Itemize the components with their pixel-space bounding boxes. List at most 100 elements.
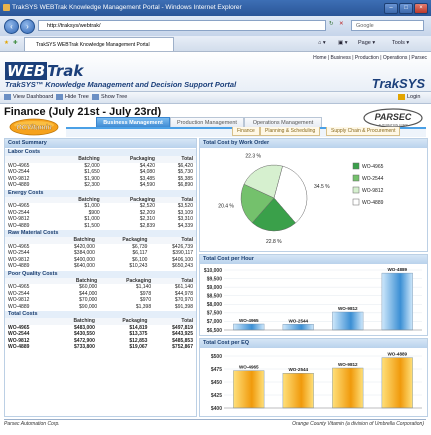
cost-summary-title: Cost Summary: [5, 139, 196, 148]
table-cell: WO-4889: [8, 263, 30, 269]
y-tick-label: $7,000: [207, 319, 223, 325]
traksys-brand: TrakSYS: [371, 76, 425, 91]
window-title-bar: TrakSYS WEBTrak Knowledge Management Por…: [0, 0, 431, 16]
cost-table: Batching Packaging Total WO-4965 $2,000 $4,42…: [5, 156, 196, 189]
login-icon: [398, 93, 405, 100]
table-cell: $91,398: [174, 303, 193, 310]
y-tick-label: $8,000: [207, 302, 223, 308]
view-dashboard-button[interactable]: View Dashboard: [4, 93, 53, 102]
refresh-icon[interactable]: ↻: [329, 20, 334, 29]
bar-label: WO-2544: [288, 318, 308, 323]
pie-slice-label: 22.8 %: [266, 239, 282, 245]
pie-chart-panel: Total Cost by Work Order 34.5 % 22.8 % 20.…: [199, 138, 428, 252]
bar: [332, 311, 364, 331]
bar: [381, 272, 413, 331]
show-tree-icon: [92, 93, 99, 100]
url-input[interactable]: http://traksys/webtrak/: [38, 20, 326, 31]
subtab-planning-scheduling[interactable]: Planning & Scheduling: [260, 127, 321, 136]
table-row: WO-4889 $733,800 $19,067 $752,867: [5, 344, 196, 351]
table-cell: WO-4889: [8, 303, 30, 310]
hide-tree-button[interactable]: Hide Tree: [56, 93, 89, 102]
legend-label: WO-4965: [362, 164, 384, 170]
table-cell: $90,000: [79, 303, 98, 310]
table-row: WO-4889 $640,000 $10,243 $650,243: [5, 263, 196, 270]
cost-per-eq-panel: Total Cost per EQ $500 $475 $450 $425 $400 WO…: [199, 338, 428, 417]
table-cell: $640,000: [74, 263, 95, 269]
minimize-button[interactable]: –: [384, 3, 398, 14]
cost-per-eq-chart: $500 $475 $450 $425 $400 WO-4965 WO-2544 WO-981…: [211, 352, 422, 412]
y-tick-label: $475: [211, 367, 222, 373]
browser-tab[interactable]: TrakSYS WEBTrak Knowledge Management Por…: [24, 37, 174, 51]
bar: [233, 370, 265, 409]
table-cell: $733,800: [74, 344, 95, 350]
table-cell: $650,243: [172, 263, 193, 269]
search-input[interactable]: Google: [351, 20, 424, 31]
y-tick-label: $425: [211, 393, 222, 399]
legend-label: WO-9812: [362, 188, 384, 194]
pie-slice-label: 34.5 %: [314, 184, 330, 190]
cost-per-hour-chart: $10,000 $9,500 $9,000 $8,500 $8,000 $7,500 $7,…: [204, 267, 422, 334]
hide-tree-icon: [56, 93, 63, 100]
cost-table: Batching Packaging Total WO-4965 $483,000 $14…: [5, 318, 196, 351]
maximize-button[interactable]: □: [399, 3, 413, 14]
bar: [282, 373, 314, 409]
cost-section-title: Total Costs: [5, 311, 196, 318]
bar: [282, 324, 314, 331]
footer-left: Parsec Automation Corp.: [4, 421, 60, 427]
table-cell: $752,867: [172, 344, 193, 350]
pie-slice-label: 22.3 %: [245, 153, 261, 159]
ie-icon: [3, 4, 10, 11]
forward-button[interactable]: ›: [20, 19, 35, 34]
table-row: WO-4889 $2,300 $4,590 $6,890: [5, 182, 196, 189]
table-row: WO-4889 $1,500 $2,839 $4,339: [5, 223, 196, 230]
portal-title: TrakSYS™ Knowledge Management and Decisi…: [5, 80, 237, 89]
table-cell: $19,067: [129, 344, 148, 350]
y-tick-label: $8,500: [207, 294, 223, 300]
table-cell: $10,243: [129, 263, 148, 269]
subtab-supply-chain[interactable]: Supply Chain & Procurement: [326, 127, 401, 136]
table-cell: $4,339: [177, 222, 193, 229]
table-row: WO-4889 $90,000 $1,398 $91,398: [5, 304, 196, 311]
bar-label: WO-9812: [338, 362, 358, 367]
address-bar-row: ‹ › http://traksys/webtrak/ ↻ ✕ Google: [0, 16, 431, 36]
cost-per-hour-panel: Total Cost per Hour $10,000 $9,500 $9,000 $…: [199, 254, 428, 336]
y-tick-label: $9,000: [207, 285, 223, 291]
page-menu[interactable]: Page ▾: [358, 39, 375, 48]
table-cell: WO-4889: [8, 344, 30, 350]
cost-summary-body: Labor Costs Batching Packaging Total WO-4965…: [5, 149, 196, 351]
home-icon[interactable]: ⌂ ▾: [318, 39, 326, 48]
app-header: Home | Business | Production | Operation…: [0, 52, 431, 91]
y-tick-label: $500: [211, 354, 222, 360]
cost-table: Batching Packaging Total WO-4965 $420,000 $6,…: [5, 237, 196, 270]
pie-slice-label: 20.4 %: [218, 203, 234, 209]
bar-label: WO-4889: [387, 352, 407, 357]
legend-swatch: [352, 186, 360, 194]
bar-label: WO-4965: [239, 365, 259, 370]
favorites-star-icon[interactable]: ★: [4, 39, 9, 48]
footer: Parsec Automation Corp. Orange County Vi…: [4, 419, 426, 429]
close-button[interactable]: ×: [414, 3, 428, 14]
login-button[interactable]: Login: [398, 93, 420, 102]
tools-menu[interactable]: Tools ▾: [392, 39, 409, 48]
svg-text:OCVitamin: OCVitamin: [16, 125, 52, 132]
bar-label: WO-4965: [239, 318, 259, 323]
cost-per-eq-title: Total Cost per EQ: [200, 339, 427, 348]
cost-section-title: Raw Material Costs: [5, 230, 196, 237]
table-cell: WO-4889: [8, 222, 30, 229]
legend-swatch: [352, 198, 360, 206]
show-tree-button[interactable]: Show Tree: [92, 93, 127, 102]
cost-table: Batching Packaging Total WO-4965 $1,000 $2,52…: [5, 196, 196, 230]
subtab-finance[interactable]: Finance: [232, 127, 260, 136]
back-button[interactable]: ‹: [4, 19, 19, 34]
table-cell: WO-4889: [8, 182, 30, 188]
feeds-icon[interactable]: ▣ ▾: [338, 39, 348, 48]
cost-section-title: Labor Costs: [5, 149, 196, 156]
bar-label: WO-2544: [288, 367, 308, 372]
add-favorite-icon[interactable]: ✚: [13, 39, 18, 48]
stop-icon[interactable]: ✕: [339, 20, 344, 29]
legend-swatch: [352, 162, 360, 170]
webtrak-logo: WEB Trak: [5, 62, 84, 80]
legend-swatch: [352, 174, 360, 182]
top-nav-links[interactable]: Home | Business | Production | Operation…: [313, 55, 427, 61]
table-cell: $6,890: [177, 182, 193, 188]
